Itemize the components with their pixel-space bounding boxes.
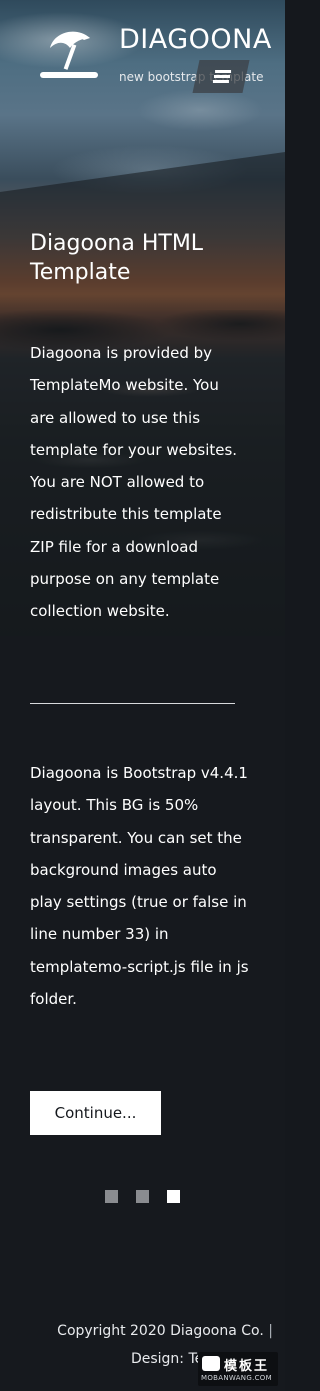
hamburger-icon-bar — [212, 80, 229, 83]
watermark-top-text: 模板王 — [224, 1359, 270, 1374]
brand-name[interactable]: DIAGOONA — [119, 24, 272, 55]
info-paragraph: Diagoona is Bootstrap v4.4.1 layout. Thi… — [30, 764, 249, 1009]
watermark-bottom-text: MOBANWANG.COM — [201, 1374, 272, 1382]
hamburger-icon-bar — [214, 75, 230, 78]
page-title: Diagoona HTML Template — [30, 231, 204, 285]
menu-toggle-button[interactable] — [192, 60, 250, 93]
beach-umbrella-icon[interactable] — [38, 26, 104, 82]
slider-dot-1[interactable] — [105, 1190, 118, 1203]
slider-dot-2[interactable] — [136, 1190, 149, 1203]
continue-button[interactable]: Continue... — [30, 1091, 161, 1135]
footer-separator: | — [268, 1323, 273, 1339]
watermark-logo-icon — [202, 1356, 220, 1371]
intro-paragraph: Diagoona is provided by TemplateMo websi… — [30, 344, 238, 621]
divider — [30, 703, 235, 704]
hamburger-icon — [215, 70, 232, 73]
footer-line-1: Copyright 2020 Diagoona Co. | — [13, 1317, 273, 1345]
copyright-text: Copyright 2020 Diagoona Co. — [57, 1323, 264, 1339]
slider-dot-3[interactable] — [167, 1190, 180, 1203]
site-watermark: 模板王 MOBANWANG.COM — [198, 1352, 278, 1386]
